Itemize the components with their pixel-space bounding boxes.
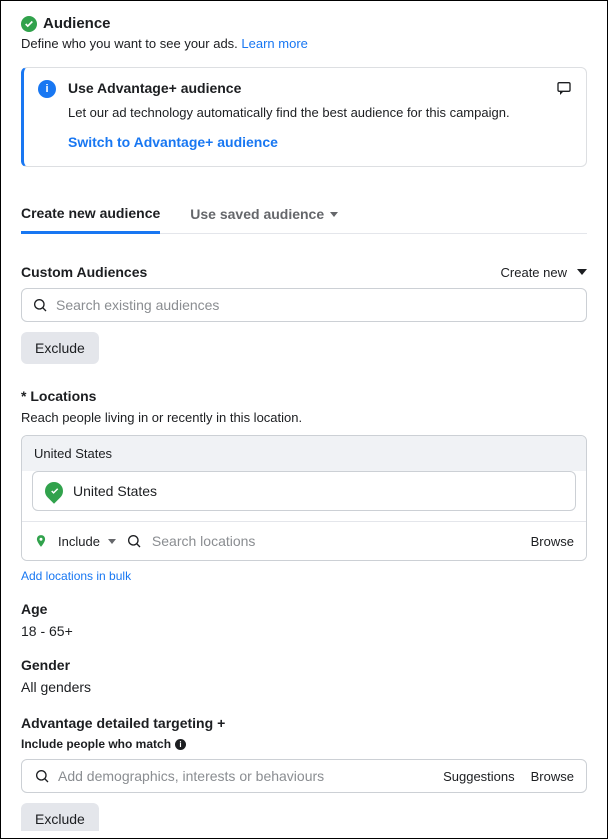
advantage-info-card: i Use Advantage+ audience Let our ad tec…: [21, 67, 587, 167]
browse-locations-button[interactable]: Browse: [531, 534, 574, 549]
detailed-targeting-label: Advantage detailed targeting +: [21, 715, 587, 731]
chevron-down-icon[interactable]: [108, 539, 116, 544]
detailed-label-text: Advantage detailed targeting: [21, 715, 213, 731]
custom-audience-search[interactable]: [21, 288, 587, 322]
info-icon[interactable]: i: [175, 739, 186, 750]
info-card-title: Use Advantage+ audience: [68, 80, 572, 96]
custom-audiences-label: Custom Audiences: [21, 264, 147, 280]
tab-use-saved[interactable]: Use saved audience: [190, 197, 338, 233]
location-group-header: United States: [22, 436, 586, 471]
switch-advantage-link[interactable]: Switch to Advantage+ audience: [68, 134, 278, 150]
search-icon: [126, 533, 142, 549]
gender-value: All genders: [21, 679, 587, 695]
search-icon: [34, 768, 50, 784]
search-input[interactable]: [56, 297, 576, 313]
gender-label: Gender: [21, 657, 587, 673]
location-search-row: Include Browse: [22, 521, 586, 560]
tab-create-new[interactable]: Create new audience: [21, 197, 160, 234]
feedback-icon[interactable]: [556, 80, 572, 96]
age-value: 18 - 65+: [21, 623, 587, 639]
create-new-dropdown[interactable]: Create new: [501, 265, 587, 280]
location-item-label: United States: [73, 483, 157, 499]
locations-panel: United States United States Include Brow…: [21, 435, 587, 561]
plus-icon: +: [217, 715, 225, 731]
age-label: Age: [21, 601, 587, 617]
location-item[interactable]: United States: [32, 471, 576, 511]
page-subtitle: Define who you want to see your ads. Lea…: [21, 36, 587, 51]
exclude-detailed-button[interactable]: Exclude: [21, 803, 99, 831]
detailed-targeting-input[interactable]: Suggestions Browse: [21, 759, 587, 793]
audience-tabs: Create new audience Use saved audience: [21, 197, 587, 234]
location-pin-icon: [41, 478, 66, 503]
locations-sub: Reach people living in or recently in th…: [21, 410, 587, 425]
chevron-down-icon: [577, 269, 587, 275]
location-search-input[interactable]: [152, 533, 521, 549]
suggestions-button[interactable]: Suggestions: [443, 769, 515, 784]
detailed-sub-text: Include people who match: [21, 737, 171, 751]
learn-more-link[interactable]: Learn more: [241, 36, 307, 51]
info-icon: i: [38, 80, 56, 98]
search-icon: [32, 297, 48, 313]
subtitle-text: Define who you want to see your ads.: [21, 36, 241, 51]
detailed-sub-label: Include people who match i: [21, 737, 587, 751]
locations-label: * Locations: [21, 388, 587, 404]
chevron-down-icon: [330, 212, 338, 217]
browse-detailed-button[interactable]: Browse: [531, 769, 574, 784]
exclude-button[interactable]: Exclude: [21, 332, 99, 364]
detailed-search-input[interactable]: [58, 768, 427, 784]
tab-saved-label: Use saved audience: [190, 206, 324, 222]
create-new-label: Create new: [501, 265, 567, 280]
check-circle-icon: [21, 16, 37, 32]
info-card-description: Let our ad technology automatically find…: [68, 104, 572, 122]
add-locations-bulk-link[interactable]: Add locations in bulk: [21, 569, 587, 583]
include-dropdown[interactable]: Include: [58, 534, 100, 549]
location-pin-outline-icon: [34, 532, 48, 550]
page-title: Audience: [43, 15, 111, 32]
